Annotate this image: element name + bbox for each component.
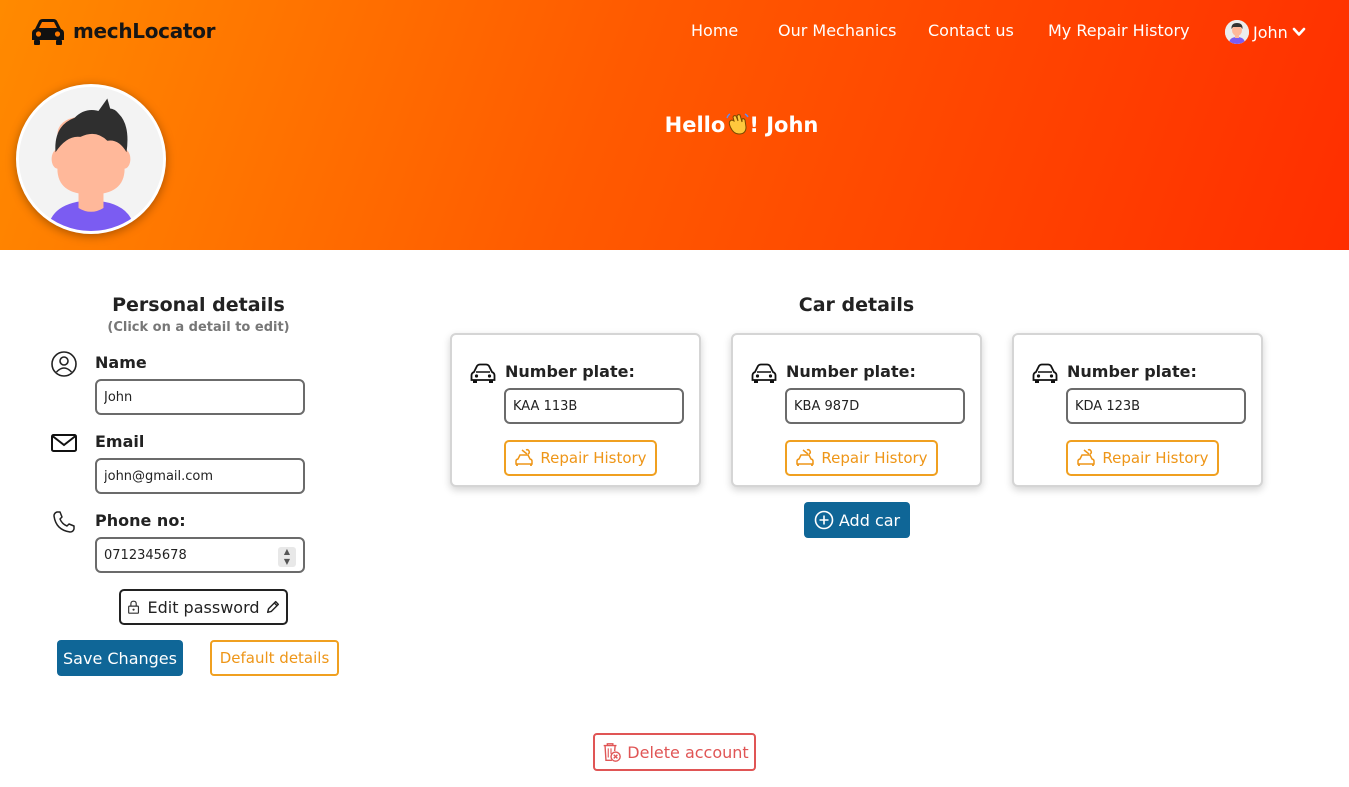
trash-icon (603, 743, 622, 762)
repair-history-button[interactable]: Repair History (1066, 440, 1219, 476)
edit-password-button[interactable]: Edit password (119, 589, 288, 625)
plus-circle-icon (814, 510, 834, 530)
phone-label: Phone no: (95, 511, 186, 530)
user-name: John (1253, 22, 1288, 42)
hero-header: mechLocator Home Our Mechanics Contact u… (0, 0, 1349, 250)
car-icon (1032, 363, 1058, 383)
car-icon (751, 363, 777, 383)
repair-history-button[interactable]: Repair History (785, 440, 938, 476)
phone-input[interactable] (95, 537, 305, 573)
nav-home[interactable]: Home (691, 21, 738, 40)
personal-details-title: Personal details (112, 294, 285, 316)
add-car-button[interactable]: Add car (804, 502, 910, 538)
top-nav: Home Our Mechanics Contact us My Repair … (0, 21, 1349, 43)
car-card: Number plate: Repair History (450, 333, 701, 487)
number-plate-label: Number plate: (1067, 362, 1197, 381)
default-details-button[interactable]: Default details (210, 640, 339, 676)
nav-our-mechanics[interactable]: Our Mechanics (778, 21, 897, 40)
repair-history-label: Repair History (1102, 449, 1209, 467)
phone-icon (53, 511, 75, 533)
nav-my-repair-history[interactable]: My Repair History (1048, 21, 1190, 40)
pencil-icon (266, 600, 279, 614)
delete-account-label: Delete account (627, 742, 749, 762)
mechanic-car-icon (1077, 448, 1096, 466)
phone-stepper[interactable]: ▲ ▼ (278, 547, 296, 567)
repair-history-label: Repair History (540, 449, 647, 467)
repair-history-label: Repair History (821, 449, 928, 467)
car-icon (470, 363, 496, 383)
profile-avatar[interactable] (16, 84, 166, 234)
number-plate-label: Number plate: (505, 362, 635, 381)
name-input[interactable] (95, 379, 305, 415)
mechanic-car-icon (796, 448, 815, 466)
user-circle-icon (51, 351, 77, 377)
email-label: Email (95, 432, 145, 451)
nav-contact-us[interactable]: Contact us (928, 21, 1014, 40)
user-menu[interactable]: John (1225, 20, 1306, 44)
wave-icon (725, 112, 749, 136)
car-card: Number plate: Repair History (731, 333, 982, 487)
car-card: Number plate: Repair History (1012, 333, 1263, 487)
chevron-down-icon (1292, 25, 1306, 39)
name-label: Name (95, 353, 147, 372)
number-plate-input[interactable] (785, 388, 965, 424)
edit-password-label: Edit password (147, 597, 260, 617)
car-details-title: Car details (798, 294, 915, 316)
delete-account-button[interactable]: Delete account (593, 733, 756, 771)
personal-details-hint: (Click on a detail to edit) (107, 320, 290, 335)
add-car-label: Add car (838, 510, 901, 530)
number-plate-label: Number plate: (786, 362, 916, 381)
lock-icon (128, 600, 140, 614)
email-input[interactable] (95, 458, 305, 494)
mechanic-car-icon (515, 448, 534, 466)
greeting-prefix: Hello (664, 113, 726, 137)
number-plate-input[interactable] (1066, 388, 1246, 424)
mail-icon (51, 434, 77, 452)
greeting-suffix: ! John (749, 113, 819, 137)
repair-history-button[interactable]: Repair History (504, 440, 657, 476)
greeting: Hello ! John (0, 112, 1349, 137)
save-changes-button[interactable]: Save Changes (57, 640, 183, 676)
avatar (1225, 20, 1249, 44)
number-plate-input[interactable] (504, 388, 684, 424)
